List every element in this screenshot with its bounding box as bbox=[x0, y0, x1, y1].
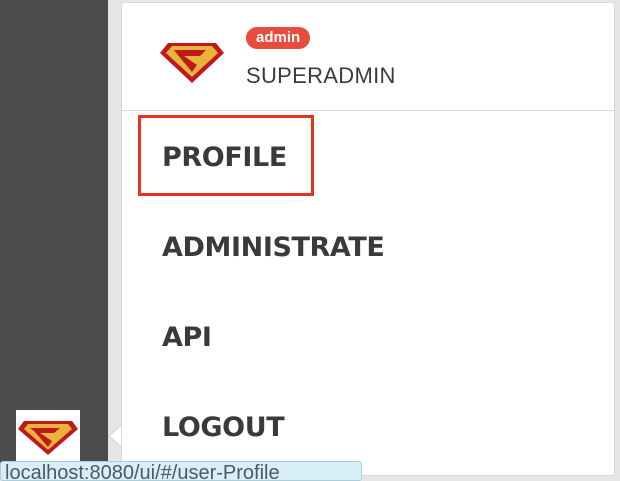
user-name: SUPERADMIN bbox=[246, 63, 396, 88]
user-info-header: admin SUPERADMIN bbox=[122, 3, 614, 111]
superman-logo-icon bbox=[18, 421, 78, 455]
left-sidebar bbox=[0, 0, 108, 476]
menu-item-logout[interactable]: LOGOUT bbox=[162, 412, 285, 444]
menu-item-profile[interactable]: PROFILE bbox=[162, 142, 287, 174]
superman-logo-icon bbox=[160, 43, 224, 83]
menu-item-api[interactable]: API bbox=[162, 322, 212, 354]
menu-item-administrate[interactable]: ADMINISTRATE bbox=[162, 232, 385, 264]
user-avatar-button[interactable] bbox=[16, 410, 80, 464]
user-dropdown-menu: admin SUPERADMIN PROFILE ADMINISTRATE AP… bbox=[121, 2, 615, 476]
status-bar-url: localhost:8080/ui/#/user-Profile bbox=[0, 461, 362, 481]
role-badge: admin bbox=[246, 27, 311, 49]
